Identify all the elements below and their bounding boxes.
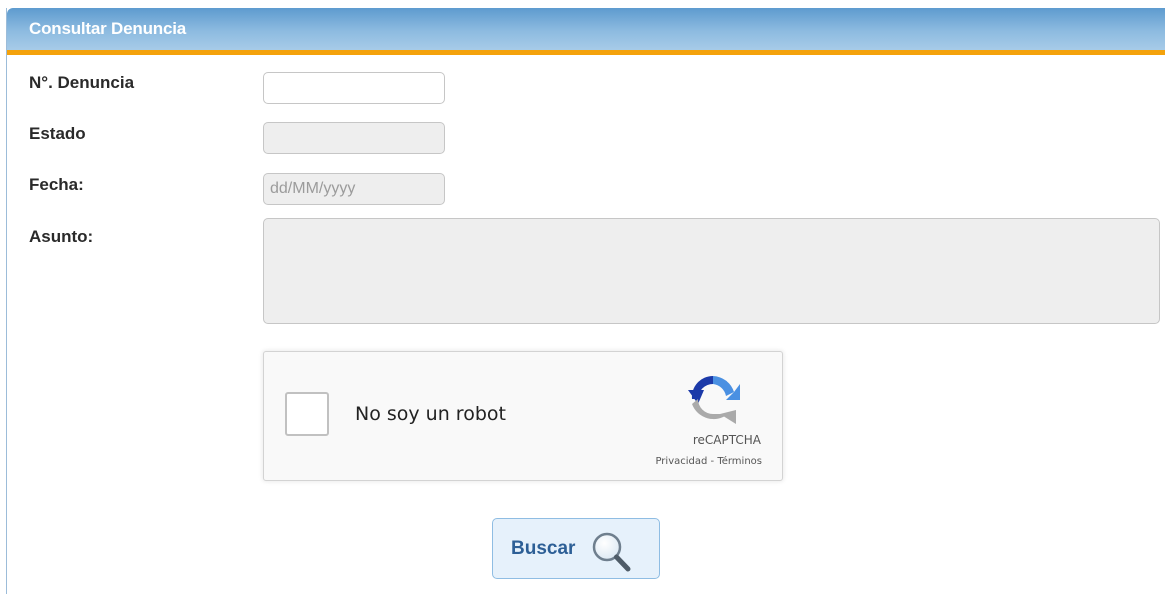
- recaptcha-brand: reCAPTCHA: [692, 433, 761, 447]
- recaptcha-links: Privacidad - Términos: [655, 456, 762, 467]
- numero-denuncia-input[interactable]: [263, 72, 445, 104]
- recaptcha-logo-icon: [688, 375, 740, 424]
- estado-label: Estado: [29, 124, 86, 143]
- fecha-label: Fecha:: [29, 175, 84, 194]
- links-separator: -: [707, 456, 718, 467]
- fecha-field: [263, 173, 445, 205]
- privacy-link[interactable]: Privacidad: [655, 456, 707, 467]
- buscar-label: Buscar: [511, 538, 576, 559]
- recaptcha-checkbox[interactable]: [285, 392, 329, 436]
- numero-denuncia-label: N°. Denuncia: [29, 73, 135, 92]
- asunto-label: Asunto:: [29, 227, 94, 246]
- recaptcha-label: No soy un robot: [355, 403, 506, 425]
- panel-title: Consultar Denuncia: [29, 19, 186, 38]
- panel-header: Consultar Denuncia: [7, 8, 1165, 55]
- buscar-button[interactable]: Buscar: [492, 518, 660, 579]
- asunto-textarea: [263, 218, 1160, 324]
- recaptcha-widget: No soy un robot reCAPTCHA Privacidad - T…: [263, 351, 783, 481]
- terms-link[interactable]: Términos: [717, 456, 762, 467]
- estado-field: [263, 122, 445, 154]
- magnifier-icon: [592, 532, 631, 572]
